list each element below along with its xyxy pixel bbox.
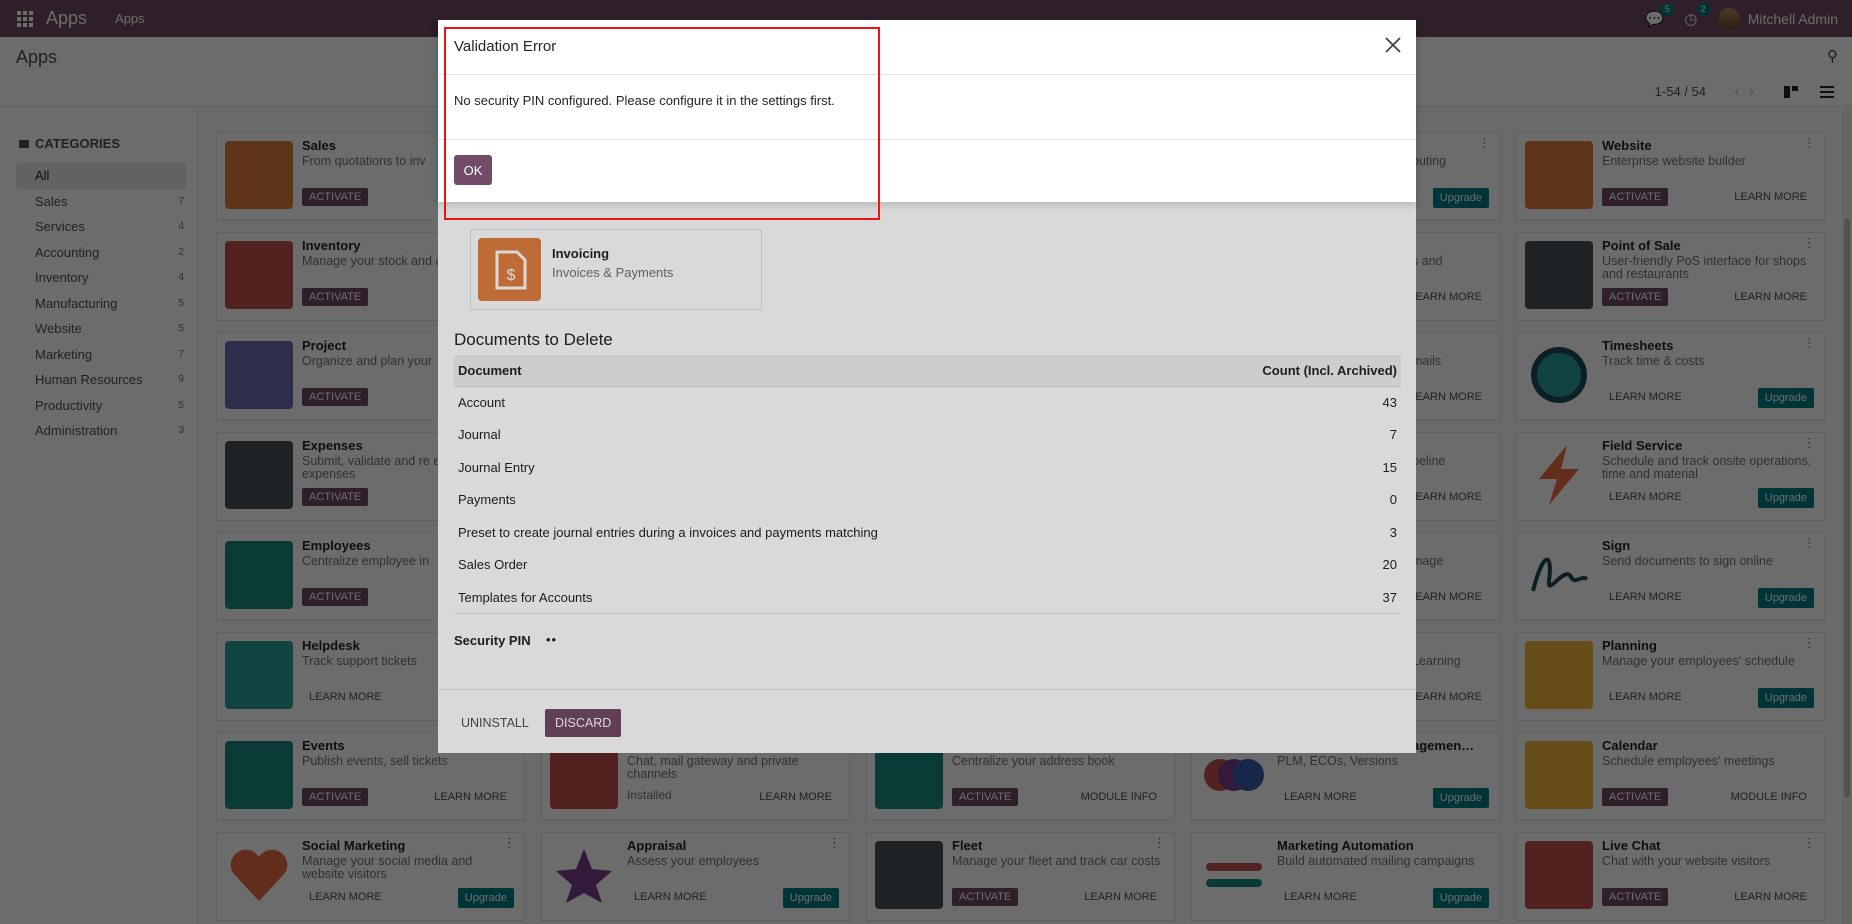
dialog-body: No security PIN configured. Please confi… xyxy=(438,75,1416,140)
ok-button[interactable]: OK xyxy=(454,155,492,185)
error-message: No security PIN configured. Please confi… xyxy=(454,93,835,108)
validation-error-dialog: Validation Error No security PIN configu… xyxy=(438,20,1416,202)
dialog-header: Validation Error xyxy=(438,20,1416,75)
dialog-title: Validation Error xyxy=(454,38,557,55)
close-icon[interactable] xyxy=(1384,36,1402,54)
